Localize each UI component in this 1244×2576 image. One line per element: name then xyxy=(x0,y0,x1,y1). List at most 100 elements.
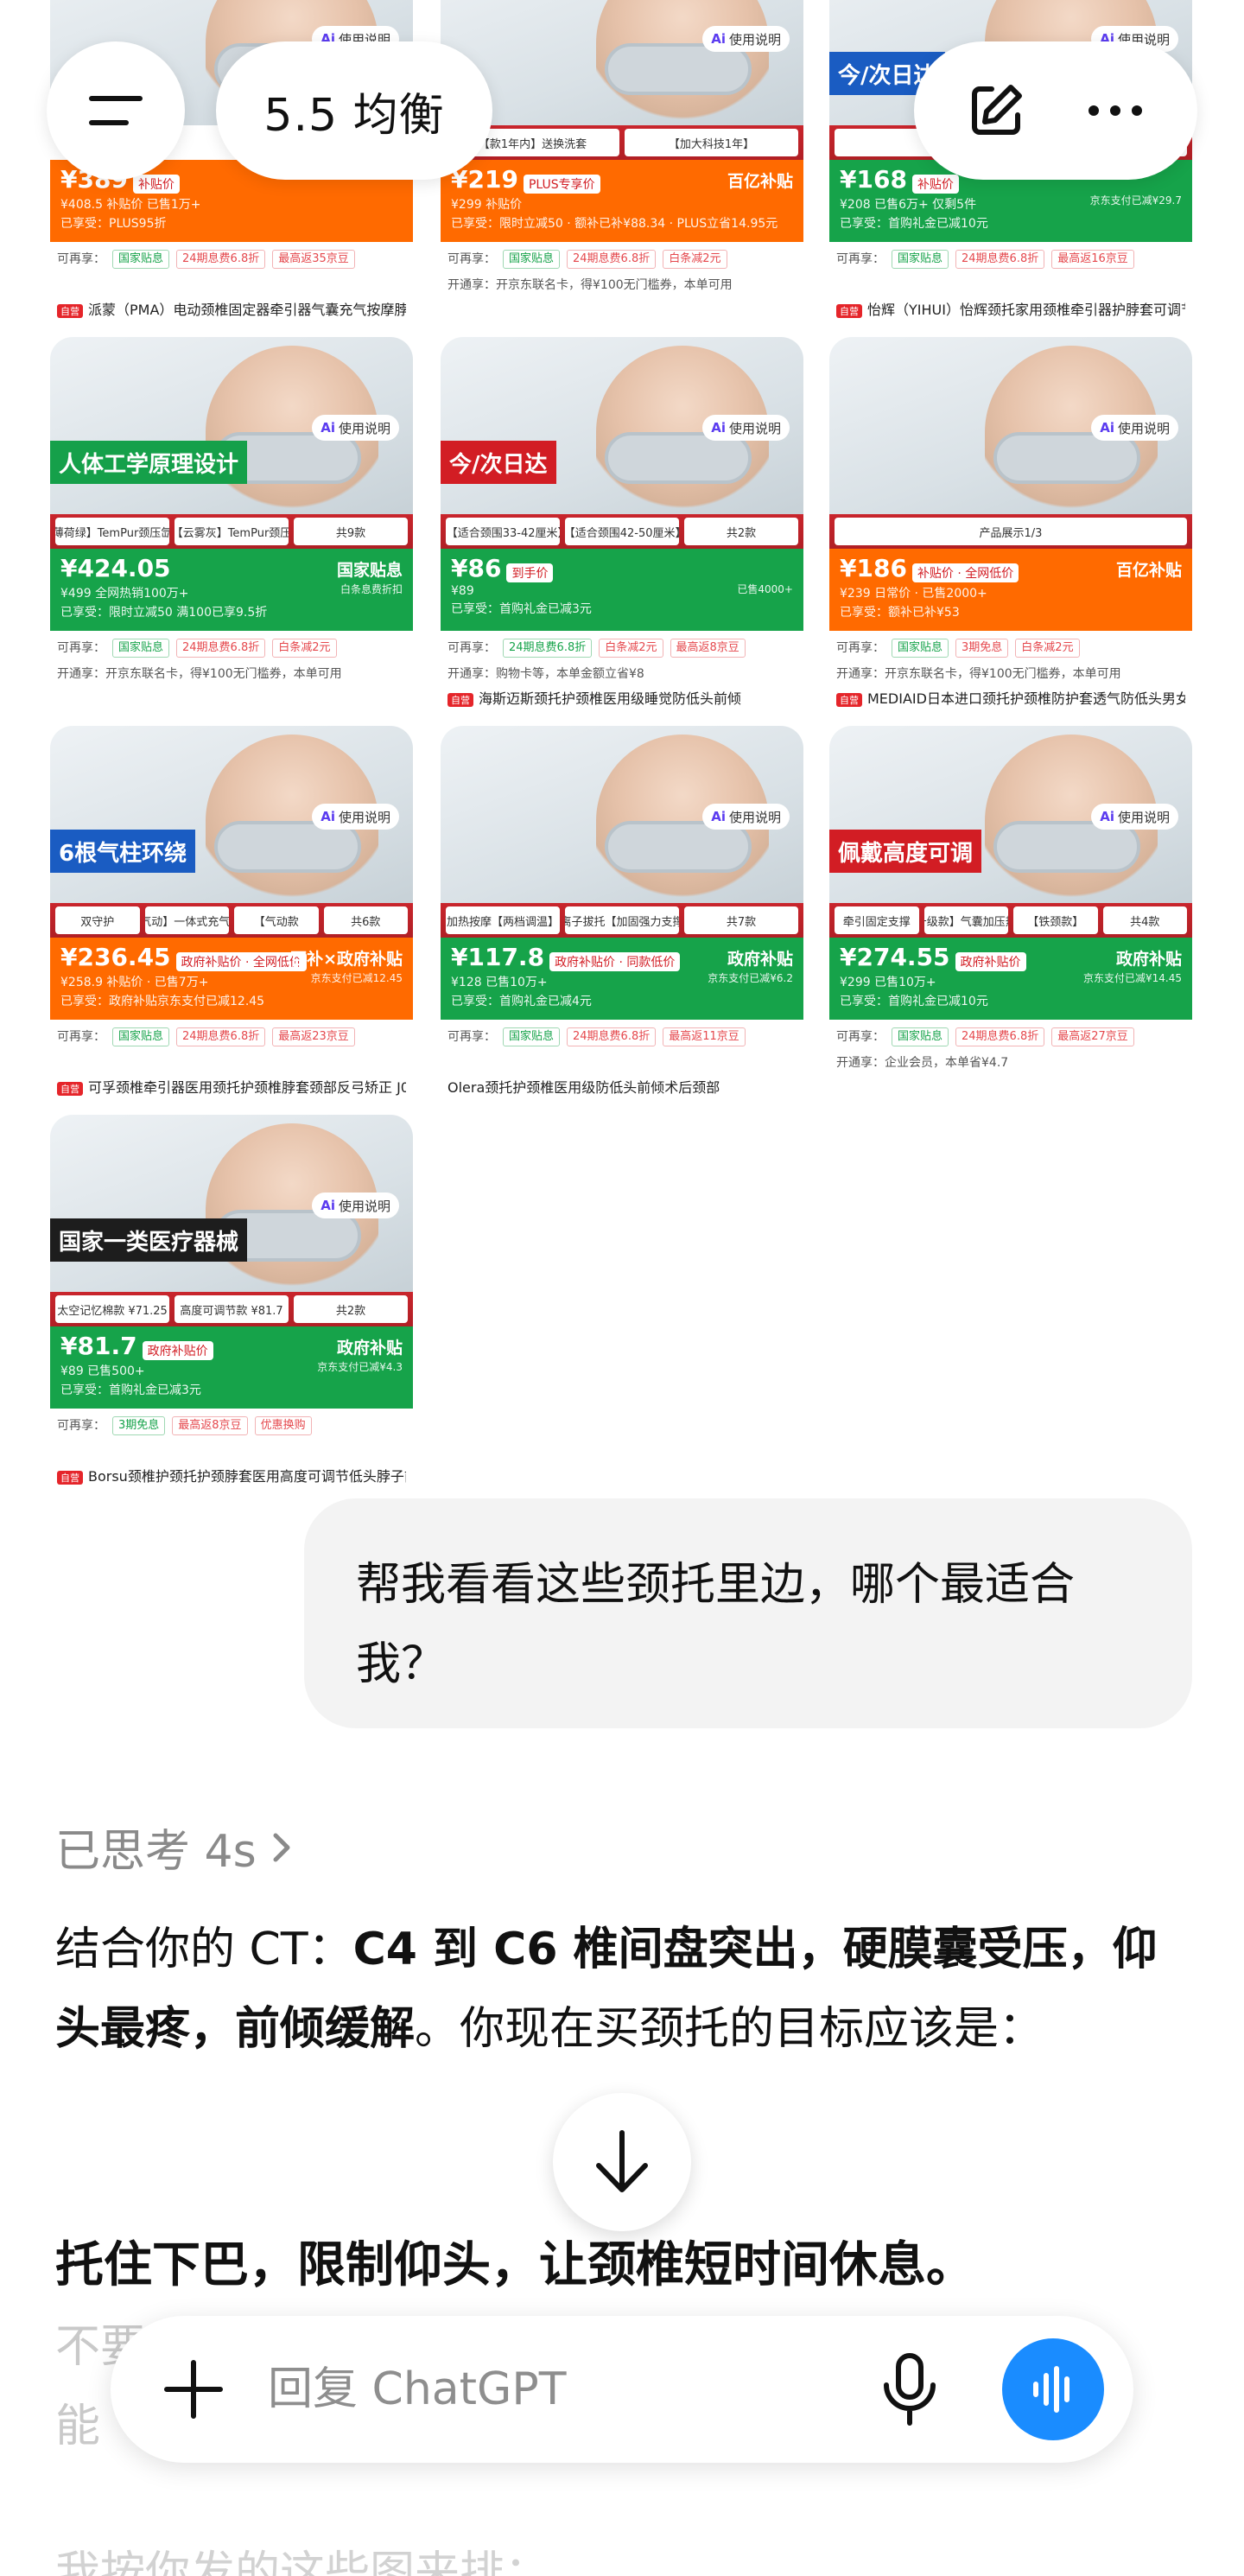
promo-row-2: 开通享：购物卡等，本单金额立省¥8 xyxy=(447,667,644,681)
promo-chip: 3期免息 xyxy=(955,639,1009,658)
product-banner: 佩戴高度可调 xyxy=(829,830,982,873)
promo-chip: 24期息费6.8折 xyxy=(176,639,266,658)
promo-rows: 可再享： 3期免息 最高返8京豆 优惠换购 xyxy=(50,1413,413,1439)
assistant-answer: 结合你的 CT：C4 到 C6 椎间盘突出，硬膜囊受压，仰头最疼，前倾缓解。你现… xyxy=(55,1910,1187,2069)
ai-usage-tag: Ai 使用说明 xyxy=(702,804,790,830)
spec-options: 【薄荷绿】TemPur颈压氙气【云雾灰】TemPur颈压共9款 xyxy=(50,514,413,549)
model-selector[interactable]: 5.5 均衡 xyxy=(216,41,492,180)
subsidy-label: 政府补贴 xyxy=(727,950,793,969)
more-options-button[interactable] xyxy=(1085,102,1146,119)
spec-option: 【云雾灰】TemPur颈压 xyxy=(175,518,289,545)
header-actions xyxy=(914,41,1197,180)
product-name: 自营Borsu颈椎护颈托护颈脖套医用高度可调节低头脖子前倾固定支撑矫正器 xyxy=(57,1465,406,1485)
promo-rows: 可再享： 国家贴息 24期息费6.8折 最高返27京豆 开通享：企业会员，本单省¥4.7 xyxy=(829,1024,1192,1076)
product-name-text: 派蒙（PMA）电动颈椎固定器牵引器气囊充气按摩脖颈椎护正脖子护颈 脖子 xyxy=(88,302,406,318)
promo-rows: 可再享： 24期息费6.8折 白条减2元 最高返8京豆 开通享：购物卡等，本单金额立省¥… xyxy=(441,635,803,687)
spec-option: 牵引固定支撑 xyxy=(835,906,919,934)
price-tag: 政府补贴价 · 同款低价 xyxy=(549,951,681,971)
promo-rows: 可再享： 国家贴息 24期息费6.8折 白条减2元 开通享：开京东联名卡，得¥100无门… xyxy=(441,246,803,298)
spec-option: 【气动款 xyxy=(234,906,319,934)
spec-options: 加热按摩【两档调温】阳离子拔托【加固强力支撑】共7款 xyxy=(441,903,803,938)
product-card[interactable]: Ai使用说明加热按摩【两档调温】阳离子拔托【加固强力支撑】共7款¥117.8政府… xyxy=(441,726,803,1106)
product-name-text: 怡辉（YIHUI）怡辉颈托家用颈椎牵引器护脖套可调节便携式固定支撑器防低头 xyxy=(867,302,1185,318)
product-price: ¥424.05 xyxy=(60,554,171,582)
product-price: ¥219 xyxy=(451,165,518,194)
product-card[interactable]: 国家一类医疗器械 Ai 使用说明 太空记忆棉款 ¥71.25 高度可调节款 ¥81.7 共… xyxy=(50,1115,413,1495)
subsidy-label: 政府补贴 xyxy=(1115,950,1182,969)
subsidy-sub: 已售4000+ xyxy=(737,583,793,595)
product-card[interactable]: 6根气柱环绕Ai使用说明双守护【升级气动】一体式充气 护颈椎【气动款共6款¥23… xyxy=(50,726,413,1106)
answer-suffix: 。你现在买颈托的目标应该是： xyxy=(415,2003,1044,2055)
product-card[interactable]: Ai 使用说明 产品展示1/3 ¥186 补贴价 · 全网低价 ¥239 日常价 · 已售… xyxy=(829,337,1192,717)
promo-chip: 最高返23京豆 xyxy=(272,1027,355,1046)
spec-option: L【适合颈围42-50厘米】 xyxy=(565,518,679,545)
promo-chip: 最高返8京豆 xyxy=(670,639,746,658)
product-name: 自营MEDIAID日本进口颈托护颈椎防护套透气防低头男女士上班用护脖子前倾术后用 xyxy=(836,687,1185,708)
product-card[interactable]: 佩戴高度可调 Ai使用说明牵引固定支撑【升级款】气囊加压热敷【铁颈款】共4款 ¥27… xyxy=(829,726,1192,1106)
promo-chip: 国家贴息 xyxy=(112,250,170,269)
price-sub-2: 已享受：首购礼金已减4元 xyxy=(451,995,592,1008)
promo-chip: 国家贴息 xyxy=(112,1027,170,1046)
spec-option: 共6款 xyxy=(323,906,408,934)
promo-rows: 可再享： 国家贴息 24期息费6.8折 最高返16京豆 xyxy=(829,246,1192,272)
promo-row-2: 开通享：开京东联名卡，得¥100无门槛券，本单可用 xyxy=(57,667,342,681)
promo-chip: 24期息费6.8折 xyxy=(503,639,593,658)
subsidy-label: 百补×政府补贴 xyxy=(290,950,403,969)
spec-option: 【升级气动】一体式充气 护颈椎 xyxy=(144,906,229,934)
price-tag: 政府补贴价 xyxy=(955,951,1026,971)
subsidy-sub: 京东支付已减¥14.45 xyxy=(1083,972,1182,984)
subsidy-sub: 京东支付已减¥4.3 xyxy=(317,1361,403,1373)
promo-chip: 白条减2元 xyxy=(272,639,337,658)
promo-rows: 可再享： 国家贴息 24期息费6.8折 最高返23京豆 xyxy=(50,1024,413,1050)
promo-chip: 24期息费6.8折 xyxy=(955,250,1045,269)
price-tag: 到手价 xyxy=(506,563,554,582)
subsidy-sub: 京东支付已减12.45 xyxy=(310,972,403,984)
spec-option: M【适合颈围33-42厘米】 xyxy=(446,518,560,545)
price-sub-2: 已享受：首购礼金已减3元 xyxy=(60,1383,201,1397)
price-tag: 政府补贴价 · 全网低价 xyxy=(175,951,307,971)
thought-toggle[interactable]: 已思考 4s xyxy=(55,1815,295,1880)
subsidy-sub: 白条息费折扣 xyxy=(340,583,403,595)
price-bar: ¥424.05 ¥499 全网热销100万+ 已享受：限时立减50 满100已享9.… xyxy=(50,549,413,631)
product-banner: 今/次日达 xyxy=(441,441,556,484)
price-sub-2: 已享受：额补已补¥53 xyxy=(840,606,960,620)
price-sub-1: ¥239 日常价 · 已售2000+ xyxy=(840,587,987,601)
spec-option: 共2款 xyxy=(294,1295,408,1323)
spec-options: 双守护【升级气动】一体式充气 护颈椎【气动款共6款 xyxy=(50,903,413,938)
price-tag: 补贴价 xyxy=(911,174,959,194)
promo-chip: 国家贴息 xyxy=(892,250,949,269)
product-price: ¥117.8 xyxy=(451,943,545,971)
promo-rows: 可再享： 国家贴息 24期息费6.8折 最高返35京豆 xyxy=(50,246,413,272)
promo-row-2: 开通享：开京东联名卡，得¥100无门槛券，本单可用 xyxy=(447,278,733,292)
promo-row-2: 开通享：企业会员，本单省¥4.7 xyxy=(836,1056,1009,1070)
plus-icon xyxy=(164,2360,223,2419)
product-card[interactable]: Ai 使用说明 【款1年内】送换洗套 【加大科技1年】 ¥219 PLUS专享价 ¥299 … xyxy=(441,0,803,328)
promo-chip: 3期免息 xyxy=(112,1416,166,1435)
spec-option: 共4款 xyxy=(1102,906,1187,934)
spec-options: M【适合颈围33-42厘米】L【适合颈围42-50厘米】共2款 xyxy=(441,514,803,549)
spec-options: 【款1年内】送换洗套 【加大科技1年】 xyxy=(441,125,803,160)
product-card[interactable]: 今/次日达 Ai使用说明 M【适合颈围33-42厘米】L【适合颈围42-50厘米】共… xyxy=(441,337,803,717)
spec-options: 牵引固定支撑【升级款】气囊加压热敷【铁颈款】共4款 xyxy=(829,903,1192,938)
product-card[interactable]: 人体工学原理设计 Ai使用说明【薄荷绿】TemPur颈压氙气【云雾灰】TemPur… xyxy=(50,337,413,717)
message-input[interactable] xyxy=(268,2350,821,2428)
scroll-to-bottom-button[interactable] xyxy=(553,2093,691,2231)
price-tag: 补贴价 xyxy=(132,174,180,194)
dictate-button[interactable] xyxy=(871,2350,949,2428)
product-name: 自营可孚颈椎牵引器医用颈托护颈椎脖套颈部反弓矫正 J02节日礼物 xyxy=(57,1076,406,1097)
price-tag: PLUS专享价 xyxy=(523,174,600,194)
subsidy-sub: 京东支付已减¥29.7 xyxy=(1089,194,1182,207)
chevron-right-icon xyxy=(273,1833,290,1861)
attach-button[interactable] xyxy=(157,2353,230,2426)
price-bar: ¥219 PLUS专享价 ¥299 补贴价 已享受：限时立减50 · 额补已补¥88.… xyxy=(441,160,803,242)
voice-mode-button[interactable] xyxy=(1002,2338,1104,2440)
promo-chip: 白条减2元 xyxy=(1015,639,1080,658)
new-chat-button[interactable] xyxy=(966,80,1026,141)
promo-chip: 白条减2元 xyxy=(599,639,663,658)
spec-option: 产品展示1/3 xyxy=(835,518,1187,545)
spec-option: 双守护 xyxy=(55,906,140,934)
product-banner: 6根气柱环绕 xyxy=(50,830,196,873)
sidebar-menu-button[interactable] xyxy=(47,41,185,180)
promo-chip: 最高返16京豆 xyxy=(1051,250,1134,269)
spec-option: 【升级款】气囊加压热敷 xyxy=(923,906,1008,934)
